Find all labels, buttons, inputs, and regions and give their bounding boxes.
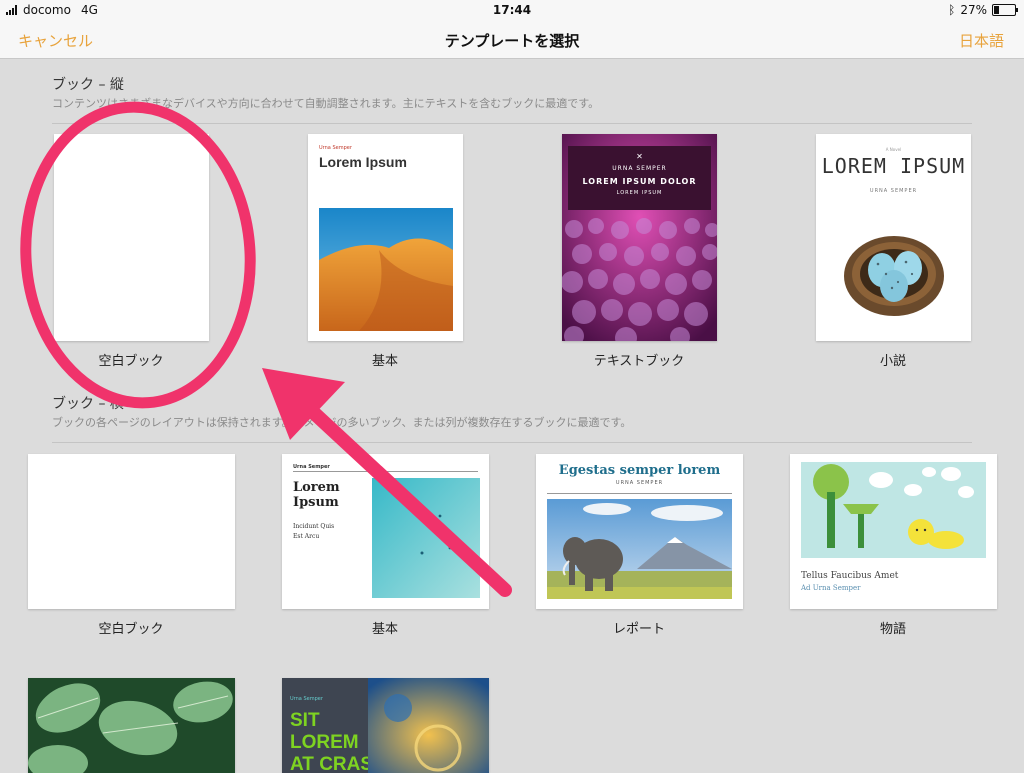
template-report-landscape[interactable]: Egestas semper lorem URNA SEMPER レポート: [519, 454, 759, 639]
section-title-landscape: ブック – 横: [52, 396, 124, 412]
nav-bar: キャンセル テンプレートを選択 日本語: [0, 20, 1024, 59]
nest-image: [844, 236, 944, 316]
cover-title: Egestas semper lorem: [558, 463, 721, 478]
cover-subtitle: URNA SEMPER: [615, 480, 664, 486]
cover-title: SIT LOREM AT CRAS: [290, 710, 373, 773]
leaves-image: [28, 678, 235, 773]
template-story-landscape[interactable]: Tellus Faucibus Amet Ad Urna Semper 物語: [773, 454, 1013, 639]
battery-icon: [992, 4, 1018, 16]
template-basic-landscape[interactable]: Urna Semper Lorem Ipsum Incidunt Quis Es…: [265, 454, 505, 639]
battery-percent: 27%: [960, 3, 987, 17]
template-label: 空白ブック: [98, 622, 164, 637]
cover-line-2: LOREM IPSUM DOLOR: [582, 177, 697, 186]
template-label: 小説: [879, 354, 906, 369]
cover-small-text: Urna Semper: [290, 696, 323, 702]
divider: [547, 493, 732, 494]
cover-subtitle: Ad Urna Semper: [801, 584, 861, 592]
template-thumbnail: Egestas semper lorem URNA SEMPER: [536, 454, 743, 609]
cells-image: [368, 678, 489, 773]
divider: [52, 123, 972, 124]
divider: [293, 471, 478, 472]
cover-subtitle-line-1: Incidunt Quis: [293, 523, 335, 530]
template-thumbnail: Urna Semper Lorem Ipsum: [308, 134, 463, 341]
annotation-overlay: [20, 101, 512, 597]
desert-image: [319, 208, 453, 331]
cover-subtitle-line-2: Est Arcu: [293, 533, 320, 540]
page-title: テンプレートを選択: [444, 32, 580, 50]
cover-title: LOREM IPSUM: [821, 154, 966, 178]
template-novel-portrait[interactable]: A Novel LOREM IPSUM URNA SEMPER 小説: [773, 134, 1013, 374]
template-label: 物語: [879, 622, 906, 637]
template-thumbnail: A Novel LOREM IPSUM URNA SEMPER: [816, 134, 971, 341]
template-blank-book-portrait[interactable]: 空白ブック: [11, 134, 251, 374]
template-basic-portrait[interactable]: Urna Semper Lorem Ipsum 基本: [265, 134, 505, 374]
template-thumbnail: [28, 678, 235, 773]
template-thumbnail: [28, 454, 235, 609]
cover-small-text: Urna Semper: [319, 145, 352, 151]
template-thumbnail: ✕ URNA SEMPER LOREM IPSUM DOLOR LOREM IP…: [562, 134, 717, 341]
template-sit-lorem[interactable]: Urna Semper SIT LOREM AT CRAS: [265, 678, 505, 773]
template-label: テキストブック: [593, 354, 685, 369]
cover-title: Lorem Ipsum: [293, 480, 340, 510]
cover-title-line-3: AT CRAS: [290, 754, 374, 773]
template-label: レポート: [612, 622, 665, 637]
cover-title-line-1: SIT: [290, 710, 320, 731]
cover-title: Tellus Faucibus Amet: [801, 571, 899, 581]
status-bar: docomo 4G 17:44 ᛒ 27%: [0, 0, 1024, 20]
cover-line-3: LOREM IPSUM: [616, 190, 663, 196]
divider: [52, 442, 972, 443]
language-button[interactable]: 日本語: [959, 30, 1004, 51]
template-thumbnail: Urna Semper SIT LOREM AT CRAS: [282, 678, 489, 773]
cover-small-text: A Novel: [885, 147, 902, 152]
template-blank-book-landscape[interactable]: 空白ブック: [11, 454, 251, 639]
template-thumbnail: Urna Semper Lorem Ipsum Incidunt Quis Es…: [282, 454, 489, 609]
cover-line-1: URNA SEMPER: [612, 165, 667, 172]
cover-icon: ✕: [636, 152, 643, 161]
template-thumbnail: [54, 134, 209, 341]
illustration-image: [801, 462, 986, 558]
cover-subtitle: URNA SEMPER: [869, 188, 918, 194]
ocean-image: [372, 478, 480, 598]
cover-title: Lorem Ipsum: [319, 154, 407, 170]
status-right: ᛒ 27%: [948, 3, 1018, 17]
section-title-portrait: ブック – 縦: [52, 77, 124, 93]
template-label: 基本: [371, 622, 398, 637]
cover-title-line-2: Ipsum: [293, 495, 339, 510]
section-desc-portrait: コンテンツはさまざまなデバイスや方向に合わせて自動調整されます。主にテキストを含…: [52, 97, 600, 110]
template-textbook-portrait[interactable]: ✕ URNA SEMPER LOREM IPSUM DOLOR LOREM IP…: [519, 134, 759, 374]
template-label: 空白ブック: [98, 354, 164, 369]
template-leaves[interactable]: [11, 678, 251, 773]
template-label: 基本: [371, 354, 398, 369]
template-thumbnail: Tellus Faucibus Amet Ad Urna Semper: [790, 454, 997, 609]
clock: 17:44: [492, 3, 532, 17]
cover-title-line-2: LOREM: [290, 732, 359, 753]
cover-title-line-1: Lorem: [293, 480, 340, 495]
bluetooth-icon: ᛒ: [948, 3, 956, 17]
cover-small-text: Urna Semper: [293, 464, 330, 470]
cover-subtitle: Incidunt Quis Est Arcu: [293, 522, 334, 542]
section-desc-landscape: ブックの各ページのレイアウトは保持されます。イメージの多いブック、または列が複数…: [52, 416, 632, 429]
elephant-image: [547, 499, 732, 599]
cover-title-box: ✕ URNA SEMPER LOREM IPSUM DOLOR LOREM IP…: [568, 146, 711, 210]
